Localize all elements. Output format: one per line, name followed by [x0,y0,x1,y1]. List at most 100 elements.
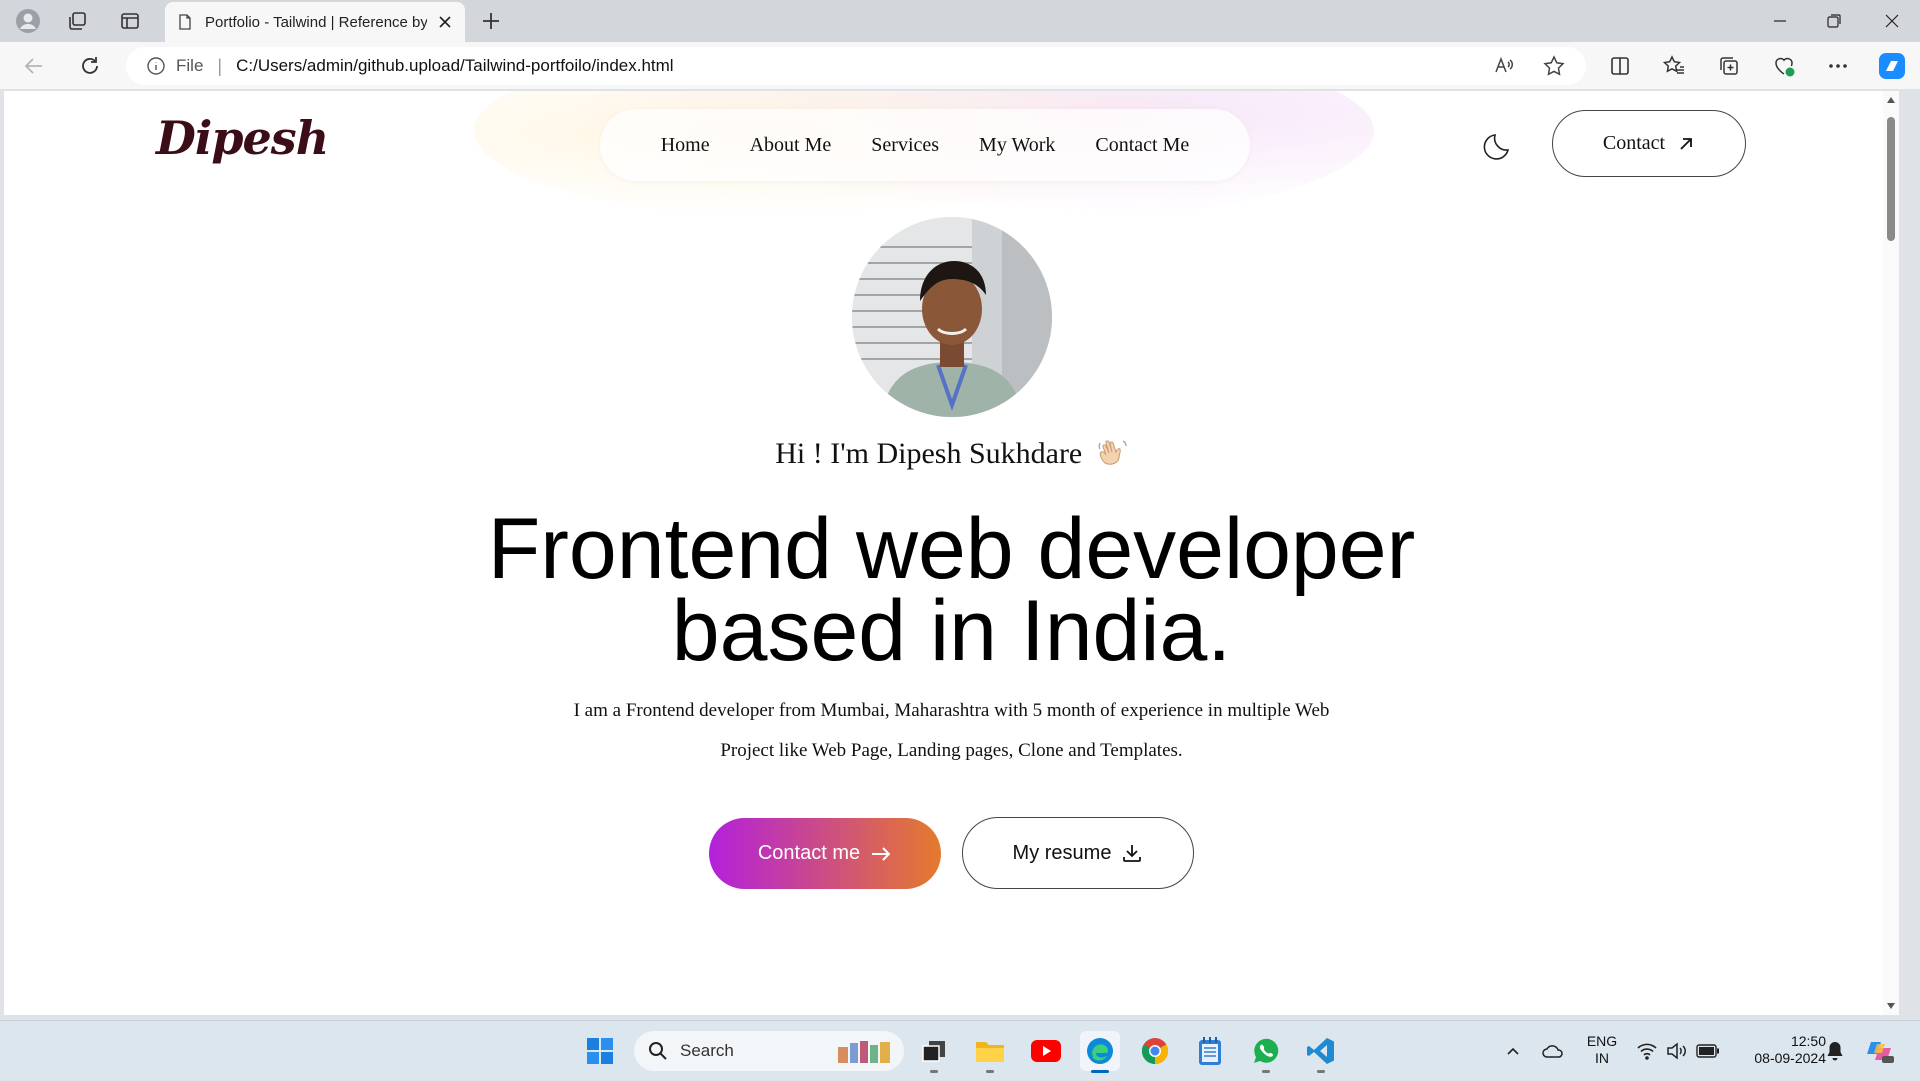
intro-line-2: Project like Web Page, Landing pages, Cl… [720,740,1183,761]
page-viewport: Dipesh Home About Me Services My Work Co… [4,91,1899,1015]
profile-icon[interactable] [9,8,47,34]
header-contact-label: Contact [1602,132,1666,154]
copilot-icon[interactable] [1874,48,1910,84]
search-highlight-icon [838,1041,890,1063]
tab-title: Portfolio - Tailwind | Reference by [205,13,427,31]
contact-me-button[interactable]: Contact me [709,818,941,889]
active-indicator [1091,1070,1109,1073]
main-nav: Home About Me Services My Work Contact M… [600,109,1250,181]
edge-icon [1087,1038,1113,1064]
favorite-star-icon[interactable] [1536,48,1572,84]
collections-icon[interactable] [1711,48,1747,84]
notifications-button[interactable] [1820,1021,1850,1081]
new-tab-button[interactable] [476,8,506,34]
minimize-button[interactable] [1752,0,1808,42]
task-view-button[interactable] [914,1031,954,1073]
split-screen-icon[interactable] [1602,48,1638,84]
arrow-right-icon [872,846,891,861]
site-logo[interactable]: Dipesh [156,111,329,165]
scroll-thumb[interactable] [1887,117,1895,241]
copilot-taskbar-button[interactable] [1860,1021,1900,1081]
url-text[interactable]: C:/Users/admin/github.upload/Tailwind-po… [236,56,674,76]
file-explorer-button[interactable] [970,1031,1010,1073]
vscode-button[interactable] [1301,1031,1341,1073]
page-scrollbar[interactable] [1883,91,1899,1015]
page-icon [179,14,191,30]
close-window-button[interactable] [1864,0,1920,42]
back-arrow-icon [24,58,42,74]
taskbar-search[interactable]: Search [634,1031,904,1071]
windows-logo-icon [587,1038,613,1064]
headline-line-2: based in India. [671,583,1232,679]
running-indicator [930,1070,938,1073]
show-hidden-icons-button[interactable] [1496,1021,1530,1081]
chrome-button[interactable] [1135,1031,1175,1071]
scroll-down-icon[interactable] [1886,1001,1896,1011]
volume-status[interactable] [1662,1021,1692,1081]
chevron-up-icon [1507,1047,1519,1055]
my-resume-button[interactable]: My resume [962,817,1194,889]
speaker-icon [1667,1042,1686,1060]
nav-home[interactable]: Home [661,134,710,157]
notepad-icon [1199,1037,1221,1065]
close-icon [1885,14,1899,28]
profile-photo [852,217,1052,417]
onedrive-button[interactable] [1536,1021,1570,1081]
plus-icon [483,13,499,29]
clock-date: 08-09-2024 [1754,1050,1826,1066]
arrow-up-right-icon [1680,137,1693,150]
edge-button[interactable] [1080,1031,1120,1073]
address-separator: | [217,55,223,76]
search-placeholder: Search [680,1041,734,1060]
whatsapp-button[interactable] [1246,1031,1286,1073]
running-indicator [1262,1070,1270,1073]
header-contact-button[interactable]: Contact [1552,110,1746,177]
search-icon [649,1042,667,1060]
language-code: ENG [1586,1033,1618,1049]
restore-button[interactable] [1806,0,1862,42]
read-aloud-icon[interactable] [1486,48,1522,84]
clock-time: 12:50 [1790,1033,1826,1049]
contact-me-label: Contact me [757,842,861,864]
favorites-icon[interactable] [1656,48,1692,84]
browser-essentials-icon[interactable] [1766,48,1802,84]
workspaces-icon[interactable] [58,8,96,34]
start-button[interactable] [580,1031,620,1071]
greeting-text: Hi ! I'm Dipesh Sukhdare [775,437,1083,470]
tab-actions-icon[interactable] [111,8,149,34]
notepad-button[interactable] [1190,1031,1230,1071]
minimize-icon [1774,20,1786,22]
info-icon[interactable] [146,56,166,76]
scroll-up-icon[interactable] [1886,95,1896,105]
copilot-color-icon [1867,1042,1894,1063]
bell-icon [1827,1042,1843,1061]
nav-about-me[interactable]: About Me [750,134,832,157]
intro-paragraph: I am a Frontend developer from Mumbai, M… [544,691,1359,771]
cloud-icon [1542,1045,1563,1058]
running-indicator [1317,1070,1325,1073]
refresh-button[interactable] [72,50,108,82]
close-tab-icon[interactable] [437,14,453,30]
language-indicator[interactable]: ENG IN [1584,1033,1620,1067]
wifi-status[interactable] [1632,1021,1662,1081]
whatsapp-icon [1254,1038,1279,1063]
nav-contact-me[interactable]: Contact Me [1095,134,1189,157]
address-toolbar: File | C:/Users/admin/github.upload/Tail… [0,42,1920,90]
nav-services[interactable]: Services [871,134,939,157]
nav-my-work[interactable]: My Work [979,134,1055,157]
moon-icon[interactable] [1482,129,1516,163]
more-options-icon[interactable] [1820,48,1856,84]
clock[interactable]: 12:50 08-09-2024 [1734,1033,1826,1067]
taskbar: Search ENG IN 12:50 08-09-2024 [0,1020,1920,1080]
back-button[interactable] [16,50,52,82]
tab-bar: Portfolio - Tailwind | Reference by [0,0,1920,42]
vscode-icon [1307,1038,1334,1064]
active-tab[interactable]: Portfolio - Tailwind | Reference by [165,2,465,42]
running-indicator [986,1070,994,1073]
headline: Frontend web developer based in India. [4,506,1899,679]
address-bar[interactable]: File | C:/Users/admin/github.upload/Tail… [126,47,1586,85]
youtube-icon [1031,1040,1061,1062]
battery-status[interactable] [1692,1021,1724,1081]
youtube-button[interactable] [1026,1031,1066,1071]
refresh-icon [82,57,98,74]
